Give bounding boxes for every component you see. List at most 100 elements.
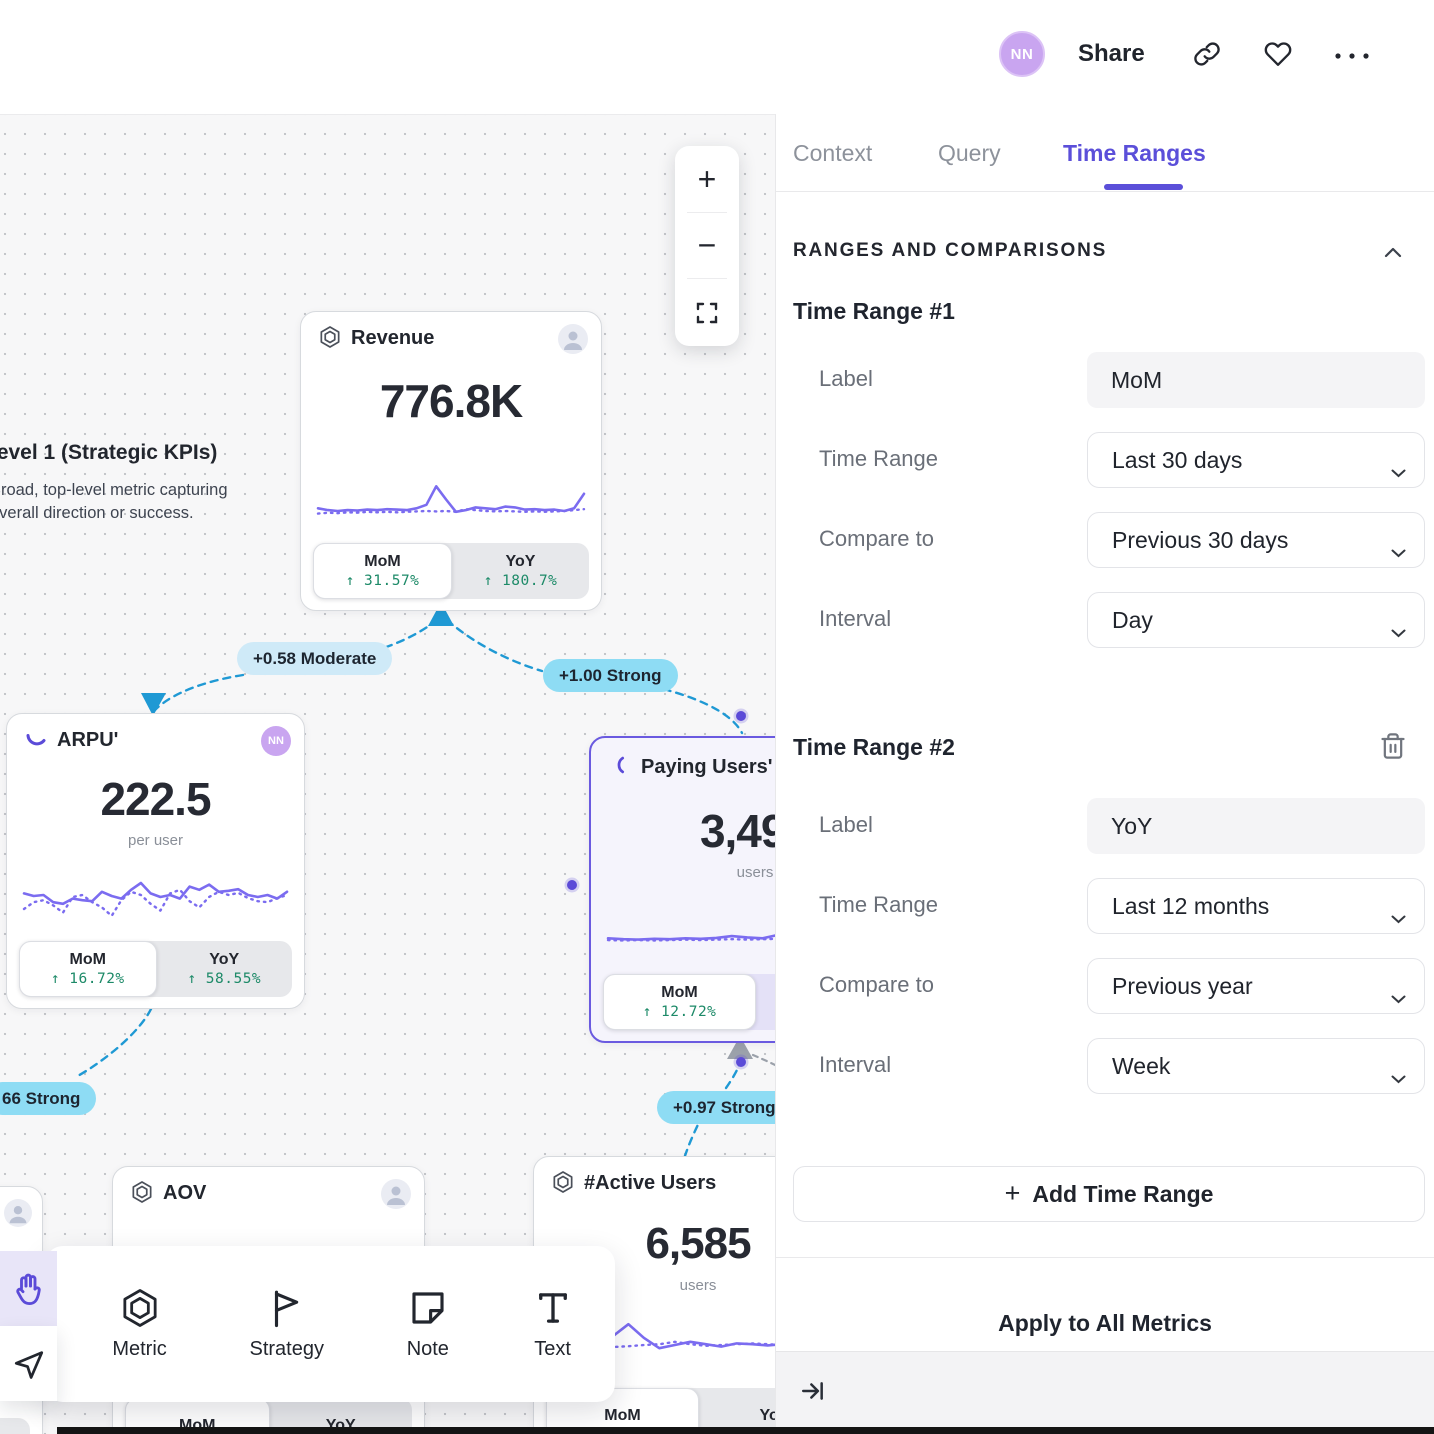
chevron-up-icon[interactable]: [1384, 245, 1402, 263]
select-value: Week: [1112, 1053, 1170, 1080]
metric-unit: users: [591, 864, 775, 881]
compare-to-select-1[interactable]: Previous 30 days: [1087, 512, 1425, 568]
tool-note[interactable]: Note: [407, 1287, 449, 1361]
correlation-label[interactable]: +0.97 Strong: [657, 1091, 775, 1124]
metric-tree-canvas[interactable]: +0.58 Moderate +1.00 Strong 66 Strong +0…: [0, 114, 775, 1434]
compare-to-select-2[interactable]: Previous year: [1087, 958, 1425, 1014]
collapse-panel-icon[interactable]: [800, 1378, 826, 1409]
metric-hexagon-icon: [130, 1180, 154, 1204]
correlation-label[interactable]: +0.58 Moderate: [237, 642, 392, 675]
chevron-down-icon: [1391, 617, 1406, 644]
divider: [776, 191, 1434, 192]
sparkline-chart: [315, 470, 587, 522]
card-title: Revenue: [351, 327, 434, 350]
connection-handle: [736, 711, 746, 721]
delete-time-range-icon[interactable]: [1379, 732, 1407, 760]
card-header: #Active Users: [534, 1157, 775, 1205]
tool-hand-selected[interactable]: [0, 1251, 57, 1326]
tool-text[interactable]: Text: [532, 1287, 574, 1361]
metric-value: 3,499: [591, 804, 775, 858]
field-label: Compare to: [819, 972, 934, 998]
time-range-2-title: Time Range #2: [793, 734, 955, 761]
tool-label: Metric: [112, 1338, 166, 1361]
copy-link-icon[interactable]: [1193, 40, 1221, 73]
tab-context[interactable]: Context: [793, 140, 872, 167]
zoom-in-button[interactable]: +: [675, 148, 739, 210]
toggle-delta: ↑ 31.57%: [346, 572, 420, 591]
card-owner-avatar[interactable]: NN: [261, 726, 291, 756]
mom-toggle[interactable]: MoM ↑ 31.57%: [313, 543, 452, 599]
card-title: Paying Users': [641, 756, 772, 779]
tool-label: Text: [534, 1338, 571, 1361]
connection-handle: [736, 1057, 746, 1067]
toggle-label: MoM: [604, 1406, 640, 1426]
chevron-down-icon: [1391, 537, 1406, 564]
tab-query[interactable]: Query: [938, 140, 1001, 167]
interval-select-1[interactable]: Day: [1087, 592, 1425, 648]
select-value: Day: [1112, 607, 1153, 634]
card-owner-avatar[interactable]: [4, 1199, 32, 1227]
properties-panel: Context Query Time Ranges RANGES AND COM…: [775, 114, 1434, 1434]
correlation-label[interactable]: 66 Strong: [0, 1082, 96, 1115]
tool-cursor[interactable]: [0, 1326, 57, 1401]
field-label: Interval: [819, 606, 891, 632]
tool-label: Strategy: [250, 1338, 324, 1361]
metric-card-revenue[interactable]: Revenue 776.8K MoM ↑ 31.57% YoY ↑ 180.7%: [300, 311, 602, 611]
favorite-heart-icon[interactable]: [1263, 40, 1293, 73]
card-owner-avatar[interactable]: [558, 324, 588, 354]
card-owner-avatar[interactable]: [381, 1179, 411, 1209]
app-window: NN Share: [0, 0, 1434, 1434]
user-avatar[interactable]: NN: [999, 31, 1045, 77]
tool-metric[interactable]: Metric: [112, 1287, 166, 1361]
yoy-toggle[interactable]: YoY ↑ 180.7%: [452, 543, 589, 599]
share-button[interactable]: Share: [1078, 40, 1145, 68]
field-label: Interval: [819, 1052, 891, 1078]
comparison-toggle: MoM ↑ 16.72% YoY ↑ 58.55%: [19, 941, 292, 997]
card-title: ARPU': [57, 729, 118, 752]
comparison-toggle: MoM ↑ 31.57% YoY ↑ 180.7%: [313, 543, 589, 599]
card-header: AOV: [113, 1167, 424, 1215]
toggle-label: YoY: [506, 552, 536, 572]
toggle-label: MoM: [661, 983, 697, 1003]
app-header: NN Share: [0, 0, 1434, 114]
correlation-label[interactable]: +1.00 Strong: [543, 659, 678, 692]
select-value: Previous 30 days: [1112, 527, 1288, 554]
tool-strategy[interactable]: Strategy: [250, 1287, 324, 1361]
window-bottom-edge: [57, 1427, 1434, 1434]
yoy-toggle[interactable]: YoY ↑ 58.55%: [157, 941, 293, 997]
canvas-zoom-controls: + −: [675, 146, 739, 346]
card-title: AOV: [163, 1182, 206, 1205]
connection-handle: [567, 880, 577, 890]
zoom-out-button[interactable]: −: [675, 214, 739, 276]
chevron-down-icon: [1391, 903, 1406, 930]
field-label: Compare to: [819, 526, 934, 552]
label-input-1[interactable]: MoM: [1087, 352, 1425, 408]
fit-view-icon[interactable]: [675, 282, 739, 344]
metric-arc-icon: [608, 754, 632, 778]
field-label: Label: [819, 366, 873, 392]
yoy-toggle[interactable]: YoY: [756, 974, 775, 1030]
time-range-select-2[interactable]: Last 12 months: [1087, 878, 1425, 934]
metric-arc-icon: [24, 727, 48, 751]
chevron-down-icon: [1391, 457, 1406, 484]
more-options-icon[interactable]: [1333, 48, 1371, 66]
toggle-delta: ↑ 16.72%: [51, 970, 125, 989]
mom-toggle[interactable]: MoM ↑ 12.72%: [603, 974, 756, 1030]
comparison-toggle: MoM ↑ 12.72% YoY: [603, 974, 775, 1030]
card-title: #Active Users: [584, 1172, 716, 1195]
tab-time-ranges[interactable]: Time Ranges: [1063, 140, 1206, 167]
interval-select-2[interactable]: Week: [1087, 1038, 1425, 1094]
select-value: Last 12 months: [1112, 893, 1269, 920]
chevron-down-icon: [1391, 983, 1406, 1010]
add-time-range-button[interactable]: + Add Time Range: [793, 1166, 1425, 1222]
toggle-delta: ↑ 58.55%: [187, 970, 261, 989]
label-input-2[interactable]: YoY: [1087, 798, 1425, 854]
metric-card-arpu[interactable]: ARPU' NN 222.5 per user MoM ↑ 16.72% YoY…: [6, 713, 305, 1009]
mom-toggle[interactable]: MoM ↑ 16.72%: [19, 941, 157, 997]
field-label: Label: [819, 812, 873, 838]
time-range-select-1[interactable]: Last 30 days: [1087, 432, 1425, 488]
sparkline-chart: [21, 866, 290, 926]
section-header: RANGES AND COMPARISONS: [793, 240, 1107, 262]
metric-card-paying-users[interactable]: Paying Users' 3,499 users MoM ↑ 12.72% Y…: [589, 736, 775, 1043]
apply-to-all-metrics-button[interactable]: Apply to All Metrics: [776, 1310, 1434, 1337]
